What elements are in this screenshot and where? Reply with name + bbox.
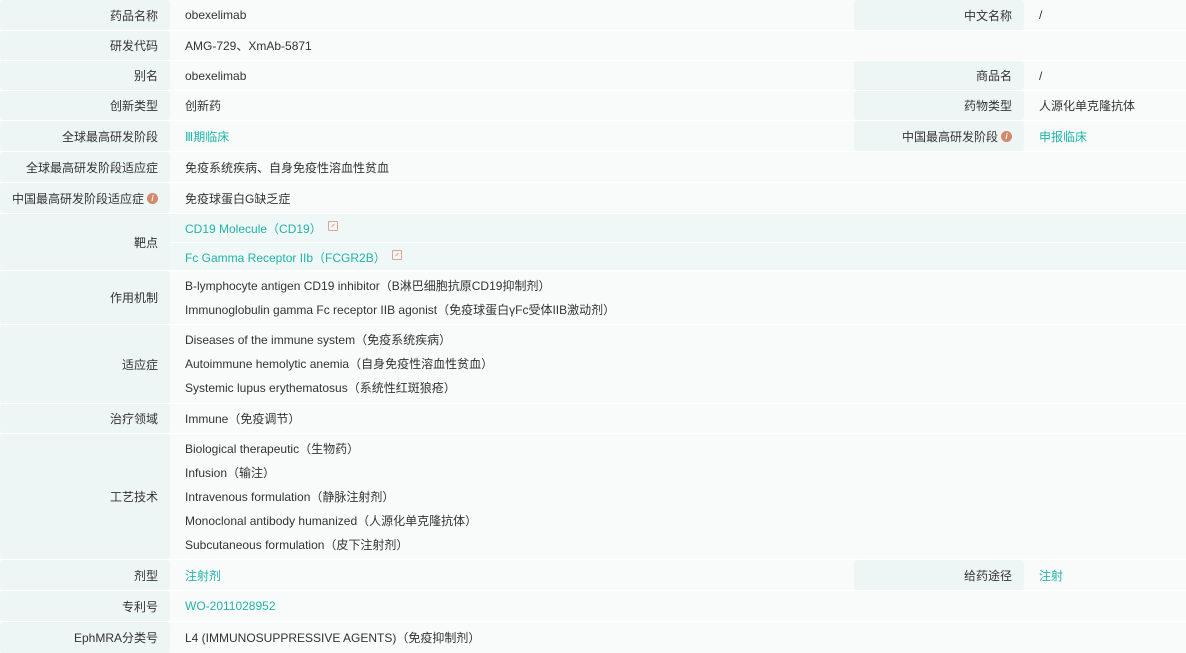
row-ephmra: EphMRA分类号 L4 (IMMUNOSUPPRESSIVE AGENTS)（免… bbox=[0, 622, 1186, 653]
label: 适应症 bbox=[0, 325, 170, 403]
row-patent: 专利号 WO-2011028952 bbox=[0, 591, 1186, 621]
list-item: Infusion（输注） bbox=[185, 465, 276, 480]
value: 免疫球蛋白G缺乏症 bbox=[185, 191, 291, 206]
list-item: B-lymphocyte antigen CD19 inhibitor（B淋巴细… bbox=[185, 278, 551, 293]
row-global-indication: 全球最高研发阶段适应症 免疫系统疾病、自身免疫性溶血性贫血 bbox=[0, 152, 1186, 182]
list-item: Systemic lupus erythematosus（系统性红斑狼疮） bbox=[185, 381, 456, 395]
target-link[interactable]: CD19 Molecule（CD19） bbox=[185, 220, 322, 237]
row-drug-name: 药品名称 obexelimab 中文名称 / bbox=[0, 0, 1186, 30]
label: 靶点 bbox=[0, 214, 170, 270]
label: EphMRA分类号 bbox=[0, 622, 170, 653]
value: 创新药 bbox=[185, 99, 222, 113]
label: 研发代码 bbox=[0, 31, 170, 60]
list-item: Immunoglobulin gamma Fc receptor IIB ago… bbox=[185, 302, 616, 317]
value: AMG-729、XmAb-5871 bbox=[185, 39, 312, 53]
row-code: 研发代码 AMG-729、XmAb-5871 bbox=[0, 31, 1186, 60]
row-indication: 适应症 Diseases of the immune system（免疫系统疾病… bbox=[0, 325, 1186, 403]
value: obexelimab bbox=[185, 68, 247, 83]
label: 中文名称 bbox=[854, 0, 1024, 30]
label: 全球最高研发阶段 bbox=[0, 121, 170, 151]
row-dosage-form: 剂型 注射剂 给药途径 注射 bbox=[0, 560, 1186, 590]
row-innovation: 创新类型 创新药 药物类型 人源化单克隆抗体 bbox=[0, 91, 1186, 120]
value: / bbox=[1039, 8, 1043, 22]
value: 免疫系统疾病、自身免疫性溶血性贫血 bbox=[185, 160, 390, 175]
label: 中国最高研发阶段适应症 bbox=[11, 191, 144, 206]
external-link-icon[interactable] bbox=[391, 250, 402, 260]
route-link[interactable]: 注射 bbox=[1039, 567, 1186, 584]
external-link-icon[interactable] bbox=[327, 221, 338, 231]
label: 商品名 bbox=[854, 61, 1024, 90]
value: Immune（免疫调节） bbox=[185, 412, 301, 426]
list-item: Monoclonal antibody humanized（人源化单克隆抗体） bbox=[185, 513, 478, 528]
label: 给药途径 bbox=[854, 560, 1024, 590]
target-link[interactable]: Fc Gamma Receptor IIb（FCGR2B） bbox=[185, 249, 386, 266]
label: 创新类型 bbox=[0, 91, 170, 120]
label: 药品名称 bbox=[0, 0, 170, 30]
list-item: Intravenous formulation（静脉注射剂） bbox=[185, 489, 395, 504]
value: obexelimab bbox=[185, 8, 247, 22]
label: 剂型 bbox=[0, 560, 170, 590]
label: 别名 bbox=[0, 61, 170, 90]
value: 人源化单克隆抗体 bbox=[1039, 99, 1136, 113]
value: / bbox=[1039, 68, 1043, 83]
list-item: Subcutaneous formulation（皮下注射剂） bbox=[185, 537, 409, 552]
list-item: Autoimmune hemolytic anemia（自身免疫性溶血性贫血） bbox=[185, 357, 494, 371]
row-technology: 工艺技术 Biological therapeutic（生物药） Infusio… bbox=[0, 434, 1186, 559]
label: 中国最高研发阶段 bbox=[901, 129, 998, 144]
china-phase-link[interactable]: 申报临床 bbox=[1039, 128, 1186, 145]
label: 专利号 bbox=[0, 591, 170, 621]
label: 作用机制 bbox=[0, 271, 170, 324]
row-phase: 全球最高研发阶段 Ⅲ期临床 中国最高研发阶段 i 申报临床 bbox=[0, 121, 1186, 151]
label: 治疗领域 bbox=[0, 404, 170, 433]
global-phase-link[interactable]: Ⅲ期临床 bbox=[185, 128, 854, 145]
patent-link[interactable]: WO-2011028952 bbox=[185, 599, 1186, 613]
label: 药物类型 bbox=[854, 91, 1024, 120]
label: 全球最高研发阶段适应症 bbox=[0, 152, 170, 182]
row-mechanism: 作用机制 B-lymphocyte antigen CD19 inhibitor… bbox=[0, 271, 1186, 324]
drug-info-table: 药品名称 obexelimab 中文名称 / 研发代码 AMG-729、XmAb-58… bbox=[0, 0, 1186, 653]
label: 工艺技术 bbox=[0, 434, 170, 559]
list-item: Diseases of the immune system（免疫系统疾病） bbox=[185, 333, 452, 347]
value: L4 (IMMUNOSUPPRESSIVE AGENTS)（免疫抑制剂） bbox=[185, 631, 481, 645]
info-icon[interactable]: i bbox=[1001, 130, 1012, 142]
info-icon[interactable]: i bbox=[147, 192, 158, 204]
list-item: Biological therapeutic（生物药） bbox=[185, 441, 360, 456]
row-alias: 别名 obexelimab 商品名 / bbox=[0, 61, 1186, 90]
dosage-form-link[interactable]: 注射剂 bbox=[185, 567, 854, 584]
row-china-indication: 中国最高研发阶段适应症 i 免疫球蛋白G缺乏症 bbox=[0, 183, 1186, 213]
row-target: 靶点 CD19 Molecule（CD19） Fc Gamma Receptor… bbox=[0, 214, 1186, 272]
row-therapeutic-area: 治疗领域 Immune（免疫调节） bbox=[0, 404, 1186, 433]
